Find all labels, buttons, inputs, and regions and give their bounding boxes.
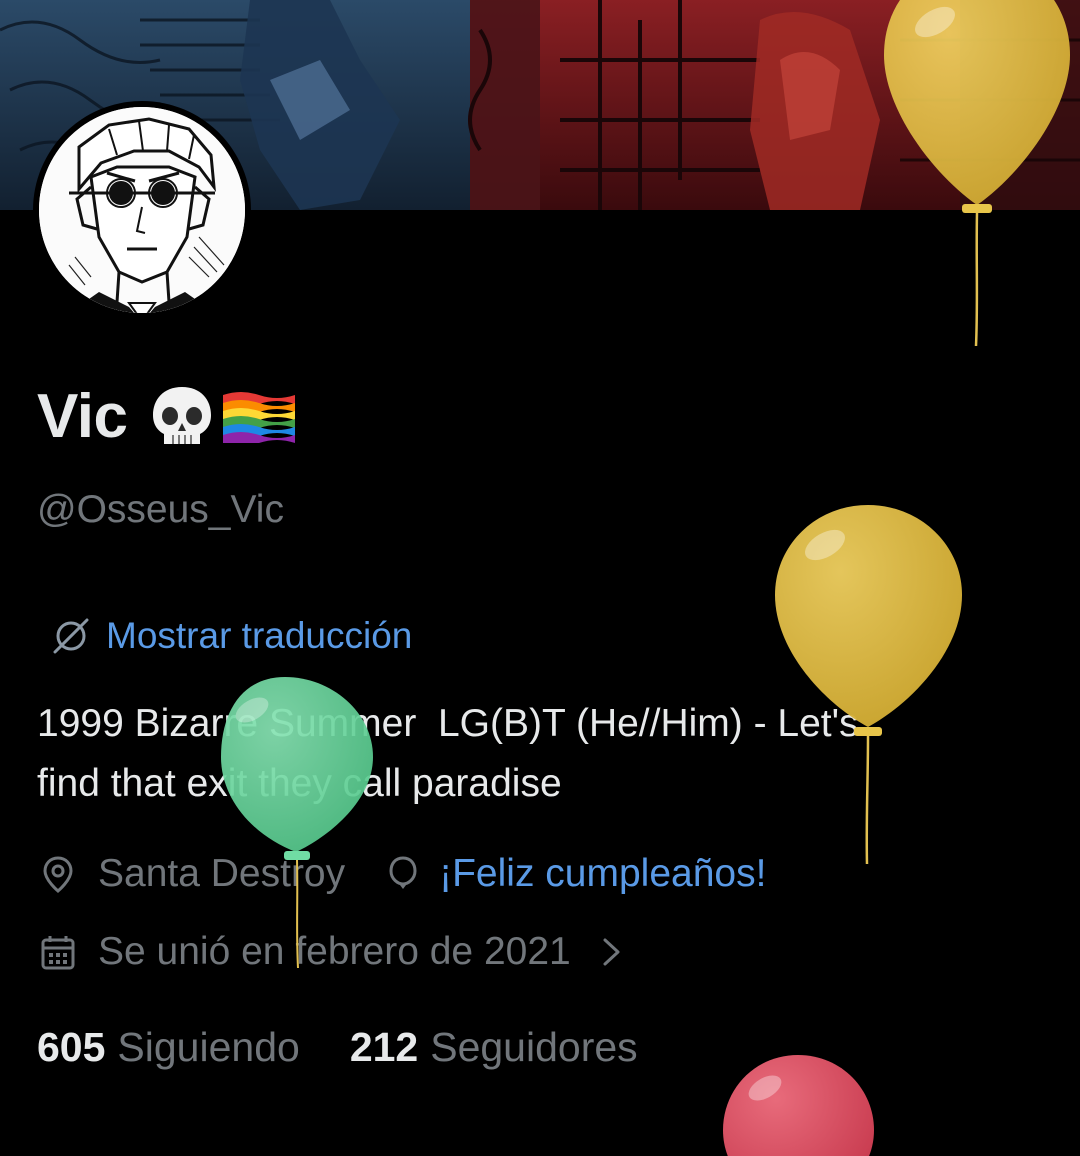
profile-meta-row: Se unió en febrero de 2021: [38, 930, 625, 974]
following-label: Siguiendo: [117, 1024, 300, 1070]
followers-count: 212: [349, 1024, 419, 1070]
profile-meta-row: Santa Destroy ¡Feliz cumpleaños!: [38, 852, 766, 896]
join-date-text: Se unió en febrero de 2021: [98, 930, 571, 973]
follow-counts: 605 Siguiendo 212 Seguidores: [37, 1024, 638, 1071]
display-name: Vic: [37, 378, 297, 454]
skull-icon: [153, 387, 212, 444]
avatar-image: [39, 107, 245, 313]
location-pin-icon: [43, 856, 73, 893]
show-translation-label: Mostrar traducción: [106, 615, 413, 656]
avatar-portrait-drawing: [39, 107, 245, 313]
birthday-link[interactable]: ¡Feliz cumpleaños!: [439, 852, 766, 896]
globe-slash-icon: [53, 618, 89, 654]
chevron-right-icon[interactable]: [599, 934, 625, 970]
show-translation-link[interactable]: Mostrar traducción: [49, 614, 412, 658]
profile-bio: 1999 Bizarre Summer LG(B)T (He//Him) - L…: [37, 702, 859, 805]
balloon-icon: [389, 856, 417, 889]
location-text: Santa Destroy: [98, 852, 346, 895]
following-count-link[interactable]: 605 Siguiendo: [37, 1024, 300, 1071]
rainbow-flag-icon: [223, 392, 296, 443]
followers-label: Seguidores: [430, 1024, 638, 1070]
red-balloon: [723, 1055, 874, 1156]
user-handle: @Osseus_Vic: [37, 488, 284, 531]
following-count: 605: [37, 1024, 106, 1070]
followers-count-link[interactable]: 212 Seguidores: [350, 1024, 638, 1071]
display-name-text: Vic: [37, 381, 128, 451]
calendar-icon: [41, 936, 75, 970]
avatar[interactable]: [33, 101, 251, 319]
